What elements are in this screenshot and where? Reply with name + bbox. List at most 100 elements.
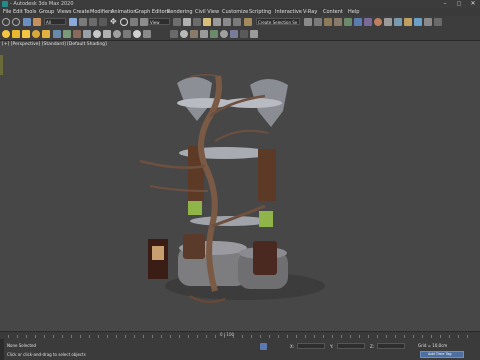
menu-create[interactable]: Create xyxy=(73,9,90,15)
material-editor-icon[interactable] xyxy=(374,18,382,26)
align-icon[interactable] xyxy=(314,18,322,26)
spinner-snap-icon[interactable] xyxy=(233,18,241,26)
light-list-icon[interactable] xyxy=(220,30,228,38)
move-icon[interactable]: ✥ xyxy=(110,18,118,26)
menu-customize[interactable]: Customize xyxy=(222,9,248,15)
window-crossing-icon[interactable] xyxy=(99,18,107,26)
mirror-icon[interactable] xyxy=(304,18,312,26)
vray-sphere-icon[interactable] xyxy=(83,30,91,38)
tree-branch-6 xyxy=(189,73,219,78)
helper-icon[interactable] xyxy=(200,30,208,38)
rendered-frame-window-icon[interactable] xyxy=(394,18,402,26)
vray-fur-icon[interactable] xyxy=(63,30,71,38)
vray-ies-light-icon[interactable] xyxy=(22,30,30,38)
main-toolbar: All ✥ View Create Selection Se xyxy=(0,16,480,28)
placement-icon[interactable] xyxy=(140,18,148,26)
vray-material-icon[interactable] xyxy=(133,30,141,38)
y-coordinate-label: Y: xyxy=(330,344,334,349)
menu-help[interactable]: Help xyxy=(348,9,359,15)
timeline-ruler[interactable] xyxy=(8,335,472,338)
close-button[interactable]: ✕ xyxy=(466,0,480,8)
rotate-icon[interactable] xyxy=(120,18,128,26)
menu-edit[interactable]: Edit xyxy=(13,9,23,15)
perspective-viewport[interactable]: [+] [Perspective] [Standard] [Default Sh… xyxy=(0,41,480,331)
reference-coordinate-dropdown[interactable]: View xyxy=(148,18,170,25)
layer-explorer-icon[interactable] xyxy=(334,18,342,26)
toggle-scene-explorer-icon[interactable] xyxy=(324,18,332,26)
vray-sun-icon[interactable] xyxy=(32,30,40,38)
grid-size: Grid = 10,0cm xyxy=(418,343,448,348)
menu-graph-editors[interactable]: Graph Editors xyxy=(135,9,169,15)
schematic-view-icon[interactable] xyxy=(364,18,372,26)
keyboard-shortcut-icon[interactable] xyxy=(193,18,201,26)
x-coordinate-field[interactable] xyxy=(297,343,325,349)
minimize-button[interactable]: – xyxy=(438,0,452,8)
scene-tools-icon[interactable] xyxy=(170,30,178,38)
vray-cam-icon[interactable] xyxy=(93,30,101,38)
toolbar-more-icon[interactable] xyxy=(434,18,442,26)
toggle-ribbon-icon[interactable] xyxy=(344,18,352,26)
lower-cup-right xyxy=(253,241,277,275)
select-manipulate-icon[interactable] xyxy=(183,18,191,26)
render-production-icon[interactable] xyxy=(404,18,412,26)
menu-modifiers[interactable]: Modifiers xyxy=(90,9,113,15)
x-coordinate-label: X: xyxy=(290,344,295,349)
menu-tools[interactable]: Tools xyxy=(24,9,36,15)
menu-rendering[interactable]: Rendering xyxy=(167,9,193,15)
menu-scripting[interactable]: Scripting xyxy=(249,9,271,15)
vray-plane-icon[interactable] xyxy=(73,30,81,38)
rectangular-selection-icon[interactable] xyxy=(89,18,97,26)
vray-vfb-icon[interactable] xyxy=(123,30,131,38)
book-cover-label xyxy=(152,246,164,260)
shape-icon[interactable] xyxy=(210,30,218,38)
render-setup-icon[interactable] xyxy=(384,18,392,26)
select-by-name-icon[interactable] xyxy=(79,18,87,26)
vray-frame-buffer-icon[interactable] xyxy=(414,18,422,26)
tree-branch-5 xyxy=(214,129,269,142)
curve-editor-icon[interactable] xyxy=(354,18,362,26)
spring-right xyxy=(259,211,273,227)
menu-content[interactable]: Content xyxy=(323,9,343,15)
menu-views[interactable]: Views xyxy=(57,9,71,15)
select-object-icon[interactable] xyxy=(69,18,77,26)
redo-icon[interactable] xyxy=(12,18,20,26)
menu-group[interactable]: Group xyxy=(39,9,54,15)
percent-snap-icon[interactable] xyxy=(223,18,231,26)
maxscript-listener[interactable] xyxy=(0,339,4,360)
z-coordinate-field[interactable] xyxy=(377,343,405,349)
menu-animation[interactable]: Animation xyxy=(111,9,137,15)
selection-filter-dropdown[interactable]: All xyxy=(44,18,66,25)
snaps-toggle-icon[interactable] xyxy=(203,18,211,26)
vray-mesh-export-icon[interactable] xyxy=(113,30,121,38)
menu-file[interactable]: File xyxy=(3,9,11,15)
link-icon[interactable] xyxy=(23,18,31,26)
add-time-tag-button[interactable]: Add Time Tag xyxy=(420,351,464,358)
menu-civil-view[interactable]: Civil View xyxy=(195,9,219,15)
vray-clipper-icon[interactable] xyxy=(103,30,111,38)
y-coordinate-field[interactable] xyxy=(337,343,365,349)
unlink-icon[interactable] xyxy=(33,18,41,26)
vray-dome-light-icon[interactable] xyxy=(12,30,20,38)
populate-icon[interactable] xyxy=(250,30,258,38)
edit-named-selection-icon[interactable] xyxy=(244,18,252,26)
object-paint-icon[interactable] xyxy=(230,30,238,38)
menu-interactive[interactable]: Interactive xyxy=(275,9,302,15)
menu-bar: File Edit Tools Group Views Create Modif… xyxy=(0,8,480,16)
app-logo-icon[interactable] xyxy=(2,1,8,7)
graphite-tools-icon[interactable] xyxy=(240,30,248,38)
maximize-button[interactable]: □ xyxy=(452,0,466,8)
vray-light-icon[interactable] xyxy=(2,30,10,38)
scale-icon[interactable] xyxy=(130,18,138,26)
pivot-icon[interactable] xyxy=(173,18,181,26)
sphere-primitive-icon[interactable] xyxy=(180,30,188,38)
selection-lock-icon[interactable] xyxy=(260,343,267,350)
named-selection-dropdown[interactable]: Create Selection Se xyxy=(256,18,300,25)
vray-options-icon[interactable] xyxy=(424,18,432,26)
menu-vray[interactable]: V-Ray xyxy=(303,9,317,15)
box-primitive-icon[interactable] xyxy=(190,30,198,38)
vray-ambient-light-icon[interactable] xyxy=(42,30,50,38)
angle-snap-icon[interactable] xyxy=(213,18,221,26)
undo-icon[interactable] xyxy=(2,18,10,26)
vray-proxy-icon[interactable] xyxy=(53,30,61,38)
vray-scene-converter-icon[interactable] xyxy=(143,30,151,38)
